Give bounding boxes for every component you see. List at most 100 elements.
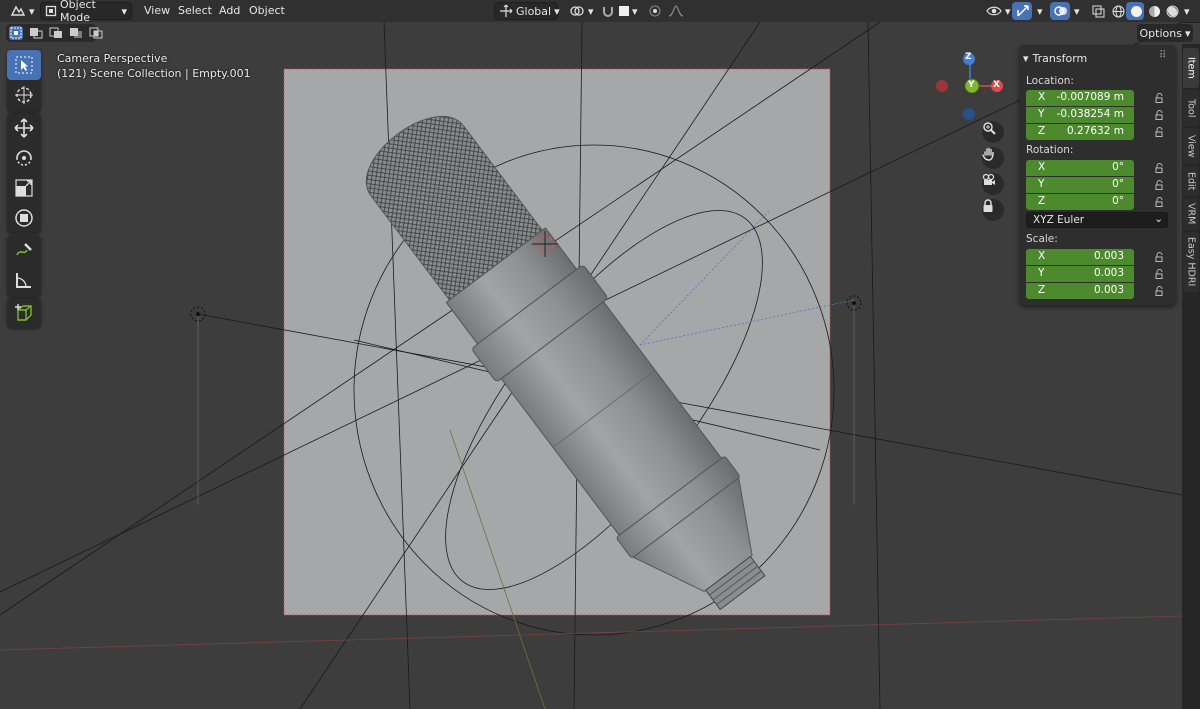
falloff-dropdown[interactable] — [664, 2, 686, 20]
proportional-edit-toggle[interactable] — [644, 2, 662, 20]
lock-scale-z-icon[interactable] — [1155, 286, 1165, 296]
select-invert-icon[interactable] — [69, 27, 83, 39]
pan-button[interactable] — [982, 147, 1004, 169]
3d-viewport[interactable]: Z X Y Camera Perspective (121) Scene Col… — [0, 22, 1182, 709]
lock-rotation-y-icon[interactable] — [1155, 180, 1165, 190]
shading-rendered-icon — [1166, 5, 1179, 18]
camera-view-button[interactable] — [982, 173, 1004, 195]
scale-x-field[interactable]: X 0.003 — [1026, 249, 1134, 265]
pivot-point-button[interactable]: ▾ — [565, 2, 597, 20]
chevron-down-icon: ▾ — [632, 4, 638, 18]
select-extend-icon[interactable] — [29, 27, 43, 39]
viewport-header: ▾ Object Mode ▾ View Select Add Object G… — [0, 0, 1200, 24]
editor-type-button[interactable]: ▾ — [6, 2, 36, 20]
location-label: Location: — [1026, 75, 1074, 87]
options-dropdown[interactable]: Options ▾ — [1137, 24, 1193, 42]
tab-item[interactable]: Item — [1183, 48, 1199, 88]
lock-scale-y-icon[interactable] — [1155, 269, 1165, 279]
gizmo-icon — [1016, 4, 1030, 18]
chevron-down-icon: ▾ — [554, 4, 560, 18]
pivot-icon — [569, 4, 585, 18]
chevron-down-icon: ▾ — [1037, 4, 1043, 18]
chevron-down-icon: ▾ — [1005, 4, 1011, 18]
editor-type-icon — [10, 4, 26, 18]
visibility-dropdown[interactable]: ▾ — [982, 2, 1012, 20]
menu-add[interactable]: Add — [219, 3, 240, 19]
gizmo-y-label: Y — [968, 80, 975, 90]
transform-tool[interactable] — [7, 203, 41, 233]
tab-easy-hdri[interactable]: Easy HDRI — [1183, 232, 1199, 292]
chevron-down-icon: ▾ — [588, 4, 594, 18]
measure-tool[interactable] — [7, 265, 41, 295]
shading-dropdown[interactable]: ▾ — [1180, 2, 1196, 20]
scale-y-field[interactable]: Y 0.003 — [1026, 266, 1134, 282]
lock-location-z-icon[interactable] — [1155, 127, 1165, 137]
scale-z-field[interactable]: Z 0.003 — [1026, 283, 1134, 299]
select-box-tool[interactable] — [7, 50, 41, 80]
annotate-tool[interactable] — [7, 235, 41, 265]
xray-toggle[interactable] — [1088, 2, 1106, 20]
toolbar-transform-group — [7, 113, 41, 233]
rotate-tool[interactable] — [7, 143, 41, 173]
rotation-z-field[interactable]: Z 0° — [1026, 194, 1134, 210]
toolbar-select-group — [7, 50, 41, 112]
transform-panel-header[interactable]: ▾ Transform — [1023, 50, 1087, 66]
transform-orientation-dropdown[interactable]: Global ▾ — [494, 2, 560, 20]
shading-wireframe-button[interactable] — [1108, 2, 1126, 20]
gizmo-dropdown[interactable]: ▾ — [1033, 2, 1047, 20]
shading-solid-button[interactable] — [1126, 2, 1144, 20]
menu-object[interactable]: Object — [249, 3, 285, 19]
lock-rotation-x-icon[interactable] — [1155, 163, 1165, 173]
menu-select[interactable]: Select — [178, 3, 212, 19]
shading-material-button[interactable] — [1144, 2, 1162, 20]
mode-dropdown[interactable]: Object Mode ▾ — [40, 0, 132, 24]
rotation-mode-dropdown[interactable]: XYZ Euler ⌄ — [1026, 212, 1168, 228]
overlay-toggle[interactable] — [1050, 2, 1070, 20]
chevron-down-icon: ▾ — [1184, 4, 1190, 18]
tab-vrm[interactable]: VRM — [1183, 198, 1199, 230]
transform-orientation-icon — [499, 4, 513, 18]
select-new-icon[interactable] — [9, 26, 23, 40]
select-subtract-icon[interactable] — [49, 27, 63, 39]
tab-tool[interactable]: Tool — [1183, 90, 1199, 126]
sidebar-tabs: Item Tool View Edit VRM Easy HDRI — [1182, 44, 1200, 709]
move-icon — [14, 118, 34, 138]
add-cube-tool[interactable] — [7, 298, 41, 328]
view-name: Camera Perspective — [57, 52, 168, 65]
shading-rendered-button[interactable] — [1162, 2, 1180, 20]
viewport-scene — [0, 22, 1182, 709]
chevron-down-icon: ▾ — [29, 4, 35, 18]
select-intersect-icon[interactable] — [89, 27, 103, 39]
options-label: Options — [1139, 26, 1182, 40]
move-tool[interactable] — [7, 113, 41, 143]
cursor-tool[interactable] — [7, 80, 41, 110]
lock-scale-x-icon[interactable] — [1155, 252, 1165, 262]
chevron-down-icon: ▾ — [1184, 26, 1191, 40]
rotation-x-field[interactable]: X 0° — [1026, 160, 1134, 176]
chevron-down-icon: ▾ — [1074, 4, 1080, 18]
lock-location-y-icon[interactable] — [1155, 110, 1165, 120]
lock-camera-button[interactable] — [982, 199, 1004, 221]
menu-view[interactable]: View — [144, 3, 170, 19]
drag-handle-icon[interactable]: ⠿ — [1159, 50, 1166, 61]
location-y-field[interactable]: Y -0.038254 m — [1026, 107, 1134, 123]
snap-toggle[interactable] — [597, 2, 615, 20]
tab-view[interactable]: View — [1183, 128, 1199, 164]
lock-location-x-icon[interactable] — [1155, 93, 1165, 103]
overlay-dropdown[interactable]: ▾ — [1070, 2, 1084, 20]
location-x-field[interactable]: X -0.007089 m — [1026, 90, 1134, 106]
tab-edit[interactable]: Edit — [1183, 166, 1199, 196]
scale-tool[interactable] — [7, 173, 41, 203]
zoom-button[interactable] — [982, 121, 1004, 143]
lock-rotation-z-icon[interactable] — [1155, 197, 1165, 207]
gizmo-z-label: Z — [965, 52, 972, 62]
gizmo-x-label: X — [993, 80, 1000, 90]
collapse-arrow-icon: ▾ — [1023, 51, 1029, 65]
gizmo-toggle[interactable] — [1012, 2, 1032, 20]
mode-icon — [45, 5, 57, 17]
add-cube-icon — [14, 303, 34, 323]
selection-mode-group — [6, 24, 103, 42]
rotation-y-field[interactable]: Y 0° — [1026, 177, 1134, 193]
snap-target-dropdown[interactable]: ▾ — [615, 2, 641, 20]
location-z-field[interactable]: Z 0.27632 m — [1026, 124, 1134, 140]
